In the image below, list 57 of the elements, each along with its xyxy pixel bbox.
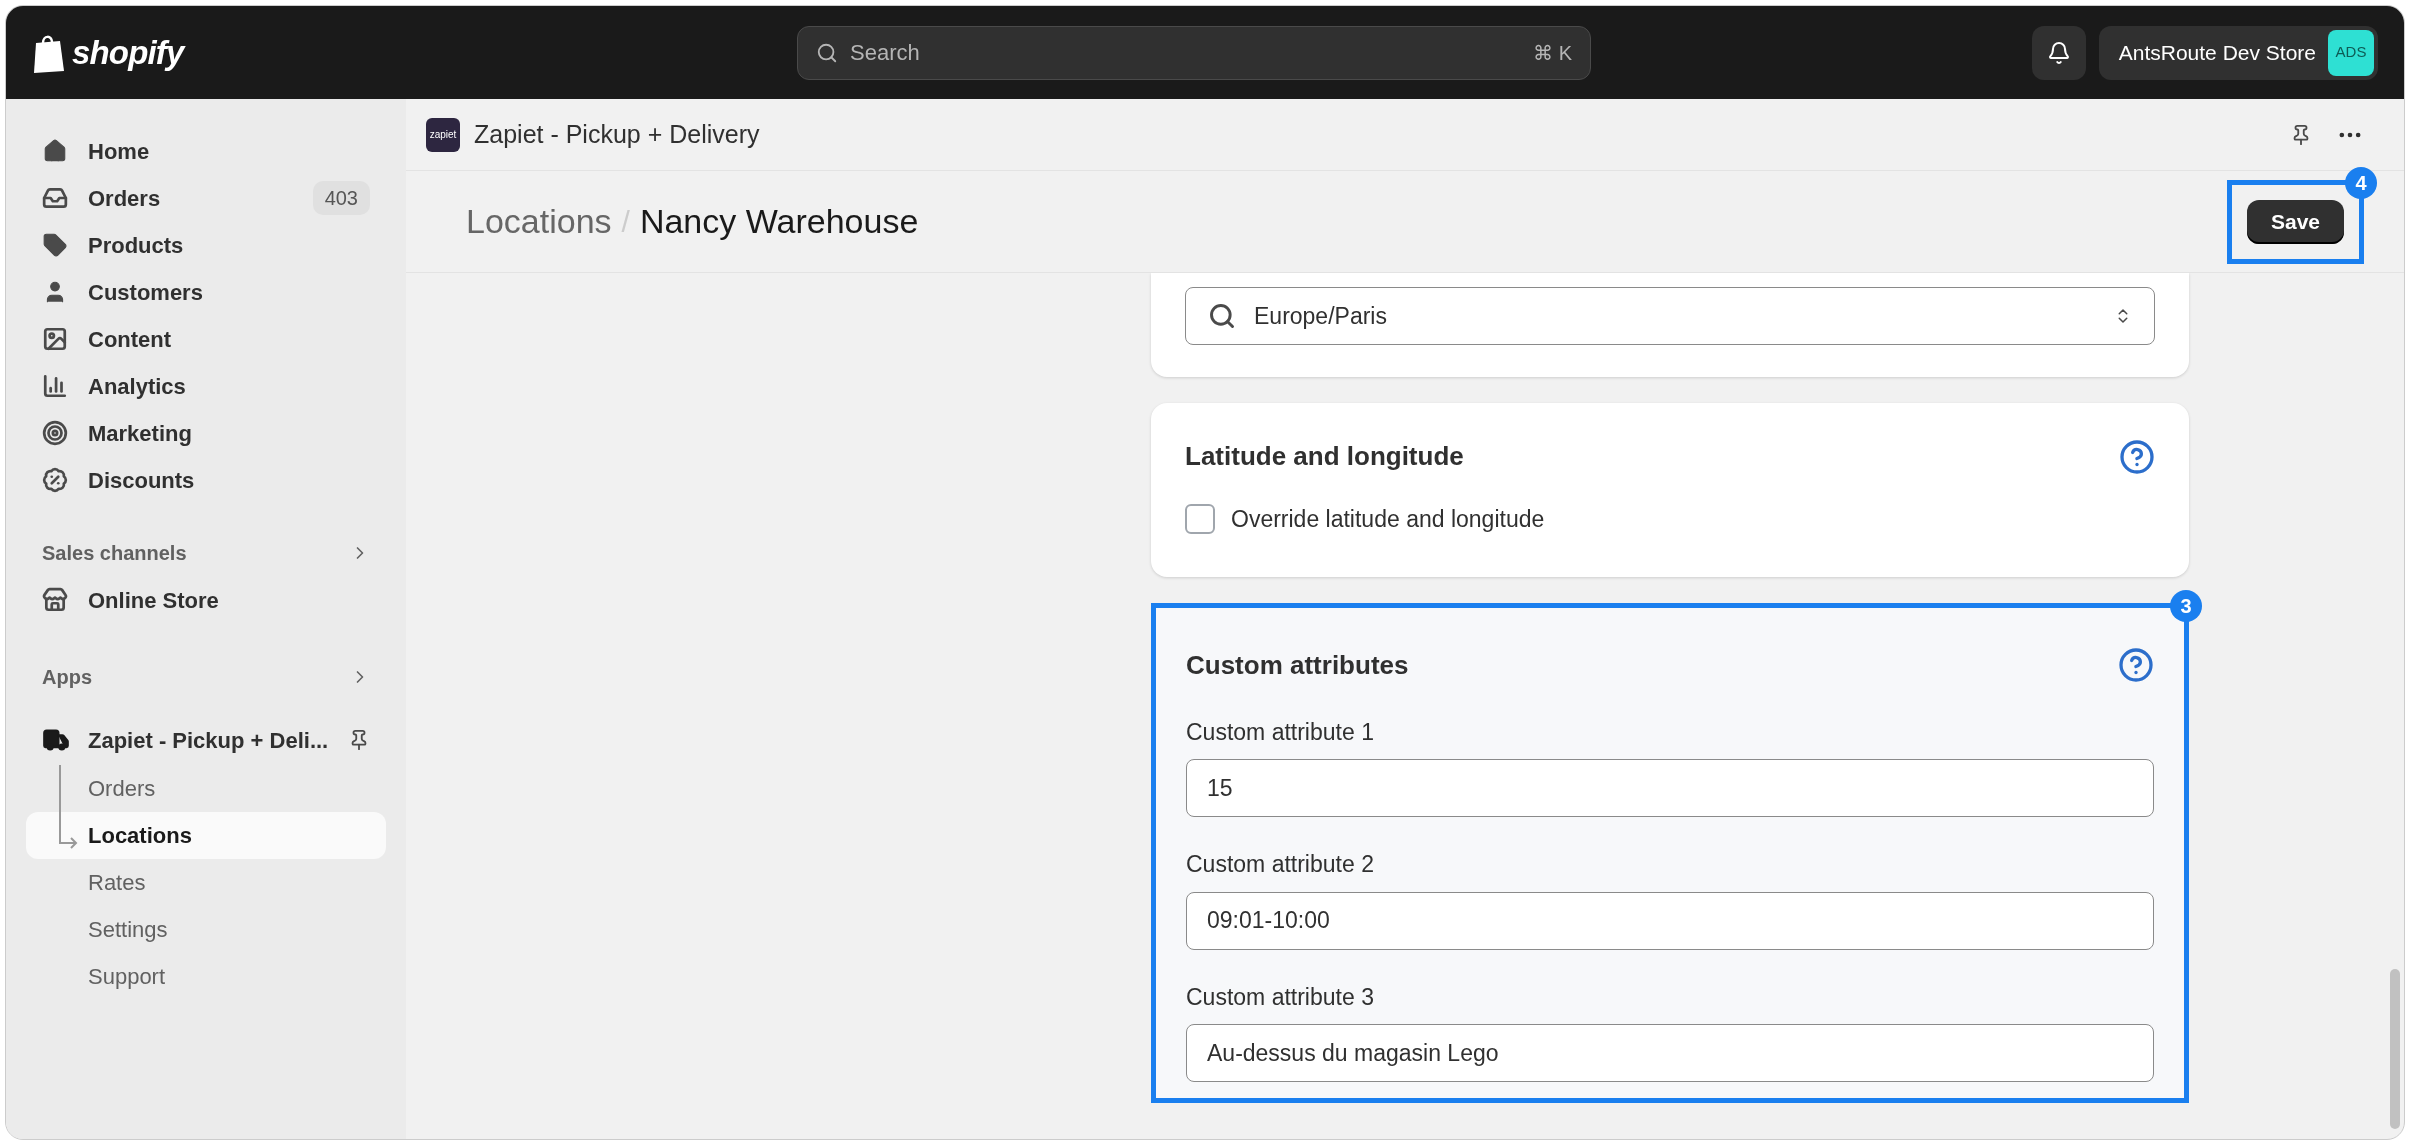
input-field[interactable]: Au-dessus du magasin Lego	[1186, 1024, 2154, 1082]
section-title: Apps	[42, 665, 92, 690]
timezone-select[interactable]: Europe/Paris	[1185, 287, 2155, 345]
sidebar-item[interactable]: Content	[26, 317, 386, 361]
card-title: Custom attributes	[1186, 648, 1409, 682]
sidebar-item[interactable]: Marketing	[26, 411, 386, 455]
app-title: Zapiet - Pickup + Delivery	[474, 118, 760, 150]
logo-text: shopify	[72, 32, 184, 73]
field-label: Custom attribute 2	[1186, 850, 1375, 879]
help-icon[interactable]	[2118, 647, 2154, 683]
tag-icon	[42, 232, 68, 258]
step-badge: 4	[2345, 166, 2377, 199]
store-icon	[42, 587, 68, 613]
search-icon	[1208, 302, 1236, 330]
sidebar-subitem[interactable]: Settings	[26, 906, 386, 953]
sidebar-item[interactable]: Orders 403	[26, 176, 386, 220]
notifications-button[interactable]	[2031, 25, 2086, 80]
input-field[interactable]: 15	[1186, 759, 2154, 817]
field-label: Custom attribute 3	[1186, 982, 1375, 1012]
sidebar-subitem[interactable]: Orders	[26, 765, 386, 812]
target-icon	[42, 420, 68, 446]
input-field[interactable]: 09:01-10:00	[1186, 891, 2154, 950]
step-badge: 3	[2170, 589, 2202, 622]
image-icon	[42, 326, 68, 352]
breadcrumb-link[interactable]: Locations	[466, 196, 612, 247]
keyboard-shortcut: ⌘ K	[1533, 40, 1572, 66]
sidebar-item[interactable]: Discounts	[26, 458, 386, 502]
override-checkbox[interactable]: Override latitude and longitude	[1185, 502, 1545, 537]
sidebar-subitem[interactable]: Support	[26, 953, 386, 1000]
count-badge: 403	[312, 181, 370, 215]
sidebar-item[interactable]: Home	[26, 129, 386, 173]
sidebar-subitem[interactable]: Locations	[26, 812, 386, 859]
home-icon	[42, 138, 68, 164]
sidebar-item[interactable]: Online Store	[26, 578, 386, 622]
chart-icon	[42, 373, 68, 399]
field-label: Custom attribute 1	[1186, 717, 1375, 747]
search-icon	[816, 41, 838, 64]
app-logo: zapiet	[426, 117, 460, 152]
bell-icon	[2046, 40, 2071, 65]
page-title: Nancy Warehouse	[639, 201, 919, 242]
store-avatar: ADS	[2328, 29, 2374, 76]
checkbox[interactable]	[1185, 504, 1215, 535]
sidebar-subitem[interactable]: Rates	[26, 859, 386, 906]
percent-icon	[42, 467, 68, 493]
scrollbar-thumb[interactable]	[2390, 969, 2400, 1129]
app-nav-item[interactable]: Zapiet - Pickup + Deli...	[88, 723, 329, 757]
card-title: Latitude and longitude	[1185, 440, 1464, 473]
search-field[interactable]: Search ⌘ K	[797, 25, 1591, 80]
section-title: Sales channels	[42, 541, 187, 566]
breadcrumb-separator: /	[621, 204, 630, 240]
sidebar-item[interactable]: Analytics	[26, 364, 386, 408]
save-button[interactable]: Save	[2246, 199, 2344, 244]
inbox-icon	[42, 185, 68, 211]
sidebar-item[interactable]: Products	[26, 223, 386, 267]
store-menu-button[interactable]: AntsRoute Dev Store ADS	[2098, 25, 2378, 80]
sidebar-item[interactable]: Customers	[26, 270, 386, 314]
help-icon[interactable]	[2119, 438, 2155, 475]
